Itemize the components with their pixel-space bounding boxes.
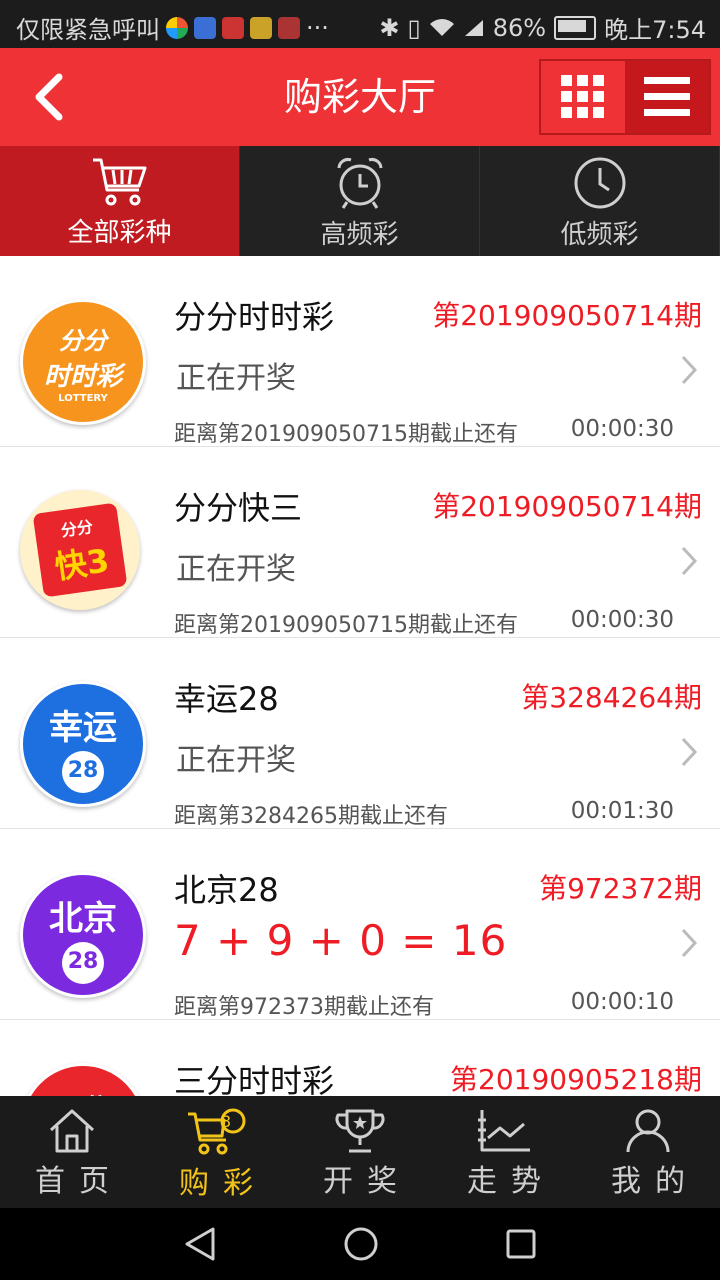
trend-chart-icon	[478, 1110, 530, 1152]
draw-status: 正在开奖	[176, 361, 296, 396]
lottery-logo: 三分	[20, 1063, 146, 1096]
carrier-text: 仅限紧急呼叫	[16, 16, 160, 44]
deadline-text: 距离第972373期截止还有	[174, 995, 434, 1020]
battery-percent: 86%	[492, 13, 547, 42]
book-app-icon	[278, 16, 300, 39]
vibrate-icon: ▯	[407, 13, 421, 42]
news-app-icon	[250, 16, 272, 39]
nav-label: 首页	[35, 1164, 123, 1199]
nav-buy-lottery[interactable]: 8 购彩	[144, 1096, 288, 1208]
chevron-right-icon	[681, 546, 698, 576]
nav-profile[interactable]: 我的	[576, 1096, 720, 1208]
back-arrow-icon	[35, 73, 63, 121]
lottery-item[interactable]: 三分 三分时时彩 第20190905218期	[0, 1020, 720, 1096]
lottery-period: 第3284264期	[521, 681, 702, 714]
back-button[interactable]	[0, 48, 96, 146]
lottery-period: 第20190905218期	[450, 1063, 702, 1096]
tab-label: 全部彩种	[67, 218, 172, 248]
nav-home[interactable]: 首页	[0, 1096, 144, 1208]
trophy-icon	[335, 1109, 385, 1153]
lottery-period: 第201909050714期	[432, 490, 702, 523]
signal-icon	[464, 19, 483, 36]
status-bar: 仅限紧急呼叫 ··· ✱ ▯ 86% 晚上7:54	[0, 0, 720, 48]
lottery-name: 幸运28	[174, 680, 279, 718]
paw-app-icon	[194, 16, 216, 39]
battery-icon	[554, 15, 597, 40]
more-notifications-icon: ···	[306, 13, 329, 42]
lottery-item[interactable]: 北京 28 北京28 第972372期 7 + 9 + 0 = 16 距离第97…	[0, 829, 720, 1020]
tab-label: 低频彩	[560, 220, 639, 250]
lottery-name: 分分时时彩	[174, 298, 335, 336]
deadline-text: 距离第3284265期截止还有	[174, 804, 448, 829]
lottery-period: 第972372期	[539, 872, 702, 905]
deadline-text: 距离第201909050715期截止还有	[174, 613, 518, 638]
wifi-icon	[429, 18, 454, 36]
bluetooth-icon: ✱	[379, 13, 400, 42]
lottery-logo: 幸运 28	[20, 681, 146, 807]
nav-label: 购彩	[179, 1166, 267, 1201]
lottery-item[interactable]: 分分 快3 分分快三 第201909050714期 正在开奖 距离第201909…	[0, 447, 720, 638]
cart-badge: 8	[221, 1112, 245, 1131]
lottery-logo: 分分 快3	[20, 490, 140, 610]
clock-icon	[574, 157, 625, 209]
alarm-clock-icon	[337, 158, 382, 209]
tab-all-lotteries[interactable]: 全部彩种	[0, 146, 240, 256]
home-circle-icon[interactable]	[343, 1226, 379, 1262]
menu-button[interactable]	[625, 61, 709, 133]
countdown-timer: 00:00:10	[570, 989, 674, 1015]
draw-result: 7 + 9 + 0 = 16	[174, 916, 508, 965]
clock-time: 晚上7:54	[604, 16, 706, 44]
recents-square-icon[interactable]	[505, 1228, 537, 1260]
bottom-navigation: 首页 8 购彩 开奖 走势 我的	[0, 1096, 720, 1208]
lottery-name: 北京28	[174, 871, 279, 909]
countdown-timer: 00:00:30	[570, 607, 674, 633]
nav-draw-results[interactable]: 开奖	[288, 1096, 432, 1208]
app-header: 购彩大厅	[0, 48, 720, 146]
system-navigation-bar	[0, 1208, 720, 1280]
header-actions	[539, 59, 711, 135]
user-icon	[626, 1109, 670, 1153]
chevron-right-icon	[681, 737, 698, 767]
nav-trend[interactable]: 走势	[432, 1096, 576, 1208]
nav-label: 走势	[467, 1164, 555, 1199]
grid-icon	[561, 75, 604, 118]
tab-high-frequency[interactable]: 高频彩	[240, 146, 480, 256]
chevron-right-icon	[681, 928, 698, 958]
lottery-period: 第201909050714期	[432, 299, 702, 332]
app-notification-icon	[166, 16, 188, 39]
lottery-name: 分分快三	[174, 489, 303, 527]
lottery-item[interactable]: 幸运 28 幸运28 第3284264期 正在开奖 距离第3284265期截止还…	[0, 638, 720, 829]
draw-status: 正在开奖	[176, 743, 296, 778]
category-tabs: 全部彩种 高频彩 低频彩	[0, 146, 720, 256]
lottery-logo: 北京 28	[20, 872, 146, 998]
draw-status: 正在开奖	[176, 552, 296, 587]
back-triangle-icon[interactable]	[183, 1226, 217, 1262]
nav-label: 开奖	[323, 1164, 411, 1199]
tab-low-frequency[interactable]: 低频彩	[480, 146, 720, 256]
lottery-list: 分分 时时彩 LOTTERY 分分时时彩 第201909050714期 正在开奖…	[0, 256, 720, 1096]
tab-label: 高频彩	[320, 220, 399, 250]
countdown-timer: 00:01:30	[570, 798, 674, 824]
lottery-item[interactable]: 分分 时时彩 LOTTERY 分分时时彩 第201909050714期 正在开奖…	[0, 256, 720, 447]
shopping-cart-badge-icon: 8	[188, 1108, 246, 1155]
home-icon	[49, 1109, 95, 1153]
nav-label: 我的	[611, 1164, 699, 1199]
deadline-text: 距离第201909050715期截止还有	[174, 422, 518, 447]
cart-icon	[92, 158, 146, 206]
lottery-name: 三分时时彩	[174, 1062, 335, 1096]
chevron-right-icon	[681, 355, 698, 385]
hamburger-menu-icon	[644, 77, 690, 116]
calendar-app-icon	[222, 16, 244, 39]
grid-view-button[interactable]	[541, 61, 625, 133]
countdown-timer: 00:00:30	[570, 416, 674, 442]
lottery-logo: 分分 时时彩 LOTTERY	[20, 299, 146, 425]
